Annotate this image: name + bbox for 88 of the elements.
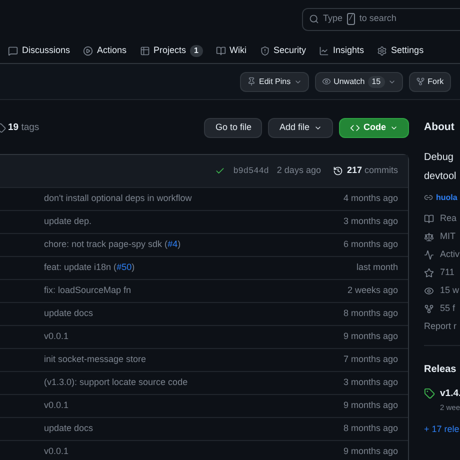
homepage-link[interactable]: huola [436, 192, 458, 204]
nav-tab[interactable]: Security [260, 44, 306, 58]
commit-time: 3 months ago [343, 376, 398, 390]
code-icon [350, 123, 360, 133]
pulse-icon [424, 250, 434, 260]
commit-time: 8 months ago [343, 422, 398, 436]
pin-icon [247, 77, 256, 86]
commit-message[interactable]: update docs [44, 307, 94, 321]
search-icon [309, 14, 319, 24]
commit-message[interactable]: (v1.3.0): support locate source code [44, 376, 188, 390]
tags-link[interactable]: 19 tags [8, 120, 40, 136]
about-item[interactable]: Activ [440, 248, 460, 262]
tag-icon [424, 388, 435, 400]
discussions-icon [8, 46, 18, 56]
commit-message[interactable]: v0.0.1 [44, 399, 69, 413]
commit-message[interactable]: v0.0.1 [44, 330, 69, 344]
commit-time: 2 days ago [276, 164, 321, 178]
commit-time: 9 months ago [343, 445, 398, 458]
commit-message[interactable]: don't install optional deps in workflow [44, 192, 192, 206]
about-item[interactable]: 711 [440, 266, 454, 280]
tab-counter: 1 [190, 44, 202, 56]
nav-tab[interactable]: Settings [377, 44, 424, 58]
nav-tab[interactable]: Discussions [8, 44, 70, 58]
caret-icon [390, 124, 398, 132]
search-field[interactable]: Type / to search [302, 8, 460, 30]
report-link[interactable]: Report r [424, 320, 460, 334]
file-button[interactable]: Go to file [204, 118, 262, 138]
shield-icon [260, 46, 270, 56]
play-icon [83, 46, 94, 56]
history-icon [332, 166, 343, 176]
commits-link[interactable]: 217 commits [346, 164, 398, 178]
commit-message[interactable]: chore: not track page-spy sdk ( [44, 238, 168, 252]
commit-time: 7 months ago [343, 353, 398, 366]
commit-time: 9 months ago [343, 330, 398, 344]
releases-link[interactable]: + 17 rele [424, 422, 460, 436]
commit-message[interactable]: init socket-message store [44, 353, 146, 367]
repo-description: Debug [424, 150, 454, 165]
commit-time: 9 months ago [343, 399, 398, 412]
about-item[interactable]: 55 f [440, 302, 456, 316]
nav-tab[interactable]: Actions [83, 44, 127, 58]
commit-message[interactable]: update dep. [44, 215, 92, 229]
link-icon [424, 193, 433, 202]
nav-tab[interactable]: Insights [319, 44, 364, 58]
search-placeholder: Type [323, 12, 343, 26]
repo-action-button[interactable]: Fork [408, 72, 451, 92]
eye-icon [424, 286, 434, 296]
book-icon [424, 214, 434, 224]
commit-time: 6 months ago [343, 238, 398, 252]
commit-time: 8 months ago [343, 307, 398, 320]
nav-tab[interactable]: Wiki [216, 44, 246, 58]
commit-message[interactable]: update docs [44, 422, 94, 436]
nav-tab[interactable]: Projects 1 [140, 44, 202, 58]
commit-message: ) [132, 261, 135, 274]
pull-request-link[interactable]: #4 [168, 238, 178, 252]
caret-icon [314, 124, 322, 132]
commit-message: ) [178, 238, 181, 252]
table-icon [140, 46, 150, 56]
commit-time: 3 months ago [343, 215, 398, 228]
fork-icon [424, 304, 434, 314]
star-icon [424, 268, 434, 278]
about-item[interactable]: Rea [440, 212, 457, 226]
commit-time: 2 weeks ago [347, 284, 398, 298]
repo-description: devtool [424, 170, 458, 184]
commit-message[interactable]: fix: loadSourceMap fn [44, 284, 132, 298]
about-item[interactable]: 15 w [440, 284, 460, 298]
action-counter: 15 [368, 76, 385, 88]
repo-action-button[interactable]: Unwatch 15 [314, 72, 403, 92]
code-button[interactable]: Code [338, 118, 409, 138]
commit-message[interactable]: v0.0.1 [44, 445, 69, 459]
search-placeholder: to search [359, 12, 396, 26]
about-item[interactable]: MIT [440, 230, 456, 244]
book-icon [216, 46, 226, 56]
settings-icon [377, 46, 388, 56]
scale-icon [424, 232, 434, 242]
releases-title: Releas [424, 363, 458, 378]
chart-icon [319, 46, 330, 56]
fork-icon [416, 77, 425, 86]
commit-time: 4 months ago [343, 192, 398, 206]
eye-icon [322, 77, 331, 86]
commit-message[interactable]: feat: update i18n ( [44, 261, 117, 275]
check-icon [215, 166, 226, 176]
about-title: About [424, 120, 456, 135]
repo-action-button[interactable]: Edit Pins [240, 72, 309, 92]
file-button[interactable]: Add file [268, 118, 332, 138]
commit-hash[interactable]: b9d544d [233, 164, 269, 178]
pull-request-link[interactable]: #50 [116, 261, 132, 275]
commit-time: last month [356, 261, 398, 274]
shortcut-key: / [346, 13, 356, 25]
